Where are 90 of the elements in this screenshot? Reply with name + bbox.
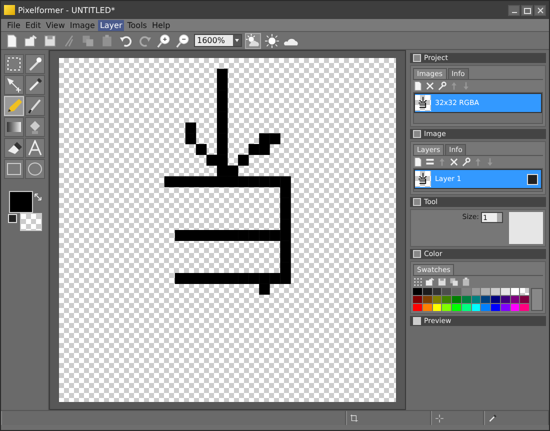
color-swatch[interactable] [510, 304, 520, 311]
cross-icon[interactable] [449, 157, 459, 167]
collapse-toggle-icon[interactable] [413, 250, 421, 258]
letter-a-icon[interactable] [25, 138, 45, 158]
swap-arrow-icon[interactable] [34, 193, 42, 201]
menu-item[interactable]: View [44, 20, 67, 30]
color-swatch[interactable] [500, 296, 510, 303]
brush-icon[interactable] [25, 96, 45, 116]
maximize-button[interactable] [521, 4, 533, 16]
menu-item[interactable]: Tools [125, 20, 149, 30]
wrench-icon[interactable] [461, 157, 471, 167]
color-swatch[interactable] [481, 296, 490, 303]
color-swatch[interactable] [432, 296, 442, 303]
color-swatch[interactable] [481, 304, 490, 311]
secondary-color-swatch[interactable] [20, 213, 42, 231]
color-swatch[interactable] [442, 288, 451, 295]
color-swatch[interactable] [432, 304, 442, 311]
color-swatch[interactable] [491, 304, 500, 311]
cross-icon[interactable] [425, 81, 435, 91]
color-swatch[interactable] [422, 288, 432, 295]
color-swatch[interactable] [472, 296, 480, 303]
menu-item[interactable]: Edit [23, 20, 43, 30]
color-swatch[interactable] [520, 304, 529, 311]
folder-icon[interactable] [425, 277, 435, 287]
color-swatch[interactable] [520, 288, 529, 295]
default-colors-icon[interactable] [8, 214, 17, 223]
close-button[interactable] [534, 4, 546, 16]
eyedropper-icon [488, 414, 497, 422]
magic-wand-icon[interactable] [25, 54, 45, 74]
app-logo-icon [4, 5, 15, 15]
eyedropper-icon[interactable] [25, 75, 45, 95]
collapse-toggle-icon[interactable] [413, 198, 421, 206]
scrollbar[interactable] [531, 288, 543, 311]
color-swatch[interactable] [422, 304, 432, 311]
color-swatch[interactable] [472, 288, 480, 295]
cloud-sun-icon[interactable] [245, 32, 261, 48]
move-arrows-icon[interactable] [4, 75, 24, 95]
minimize-button[interactable] [508, 4, 520, 16]
grid-icon[interactable] [413, 277, 423, 287]
bucket-icon[interactable] [25, 117, 45, 137]
color-swatch[interactable] [520, 296, 529, 303]
color-swatch[interactable] [422, 296, 432, 303]
zoom-in-icon[interactable] [156, 32, 172, 48]
menu-item[interactable]: Help [150, 20, 172, 30]
zoom-dropdown[interactable]: 1600% [194, 34, 242, 47]
color-swatch[interactable] [510, 288, 520, 295]
image-thumbnail-icon [415, 95, 431, 111]
color-swatch[interactable] [432, 288, 442, 295]
color-swatch[interactable] [491, 288, 500, 295]
rectangle-icon[interactable] [4, 159, 24, 179]
color-swatch[interactable] [413, 288, 422, 295]
color-swatch[interactable] [500, 304, 510, 311]
color-swatch[interactable] [462, 296, 470, 303]
marquee-icon[interactable] [4, 54, 24, 74]
collapse-toggle-icon[interactable] [413, 54, 421, 62]
crosshair-icon [435, 414, 444, 422]
color-swatch[interactable] [462, 304, 470, 311]
layer-visibility-icon[interactable] [527, 174, 538, 184]
gradient-icon[interactable] [4, 117, 24, 137]
color-swatch[interactable] [442, 296, 451, 303]
color-swatch[interactable] [452, 288, 461, 295]
layers-icon[interactable] [425, 157, 435, 167]
brush-preview [509, 212, 543, 244]
color-swatch[interactable] [413, 304, 422, 311]
color-swatch[interactable] [491, 296, 500, 303]
color-swatch[interactable] [472, 304, 480, 311]
sun-icon[interactable] [264, 32, 280, 48]
zoom-out-icon[interactable] [175, 32, 191, 48]
color-swatch[interactable] [442, 304, 451, 311]
color-swatch[interactable] [510, 296, 520, 303]
menu-item[interactable]: Image [68, 20, 97, 30]
collapse-toggle-icon[interactable] [413, 317, 421, 325]
color-swatch[interactable] [481, 288, 490, 295]
primary-color-swatch[interactable] [9, 191, 33, 213]
image-thumbnail-icon [415, 171, 431, 187]
eraser-icon[interactable] [4, 138, 24, 158]
wrench-icon[interactable] [437, 81, 447, 91]
menu-item[interactable]: File [5, 20, 22, 30]
collapse-toggle-icon[interactable] [413, 130, 421, 138]
color-swatch[interactable] [500, 288, 510, 295]
window-title: Pixelformer - UNTITLED* [18, 6, 116, 14]
color-swatch[interactable] [462, 288, 470, 295]
color-swatch[interactable] [452, 296, 461, 303]
color-swatch[interactable] [452, 304, 461, 311]
menu-item[interactable]: Layer [98, 20, 124, 30]
clipboard-icon[interactable] [461, 277, 471, 287]
color-swatch[interactable] [413, 296, 422, 303]
crop-corner-icon [350, 414, 359, 422]
copy-icon[interactable] [449, 277, 459, 287]
folder-icon[interactable] [23, 32, 39, 48]
